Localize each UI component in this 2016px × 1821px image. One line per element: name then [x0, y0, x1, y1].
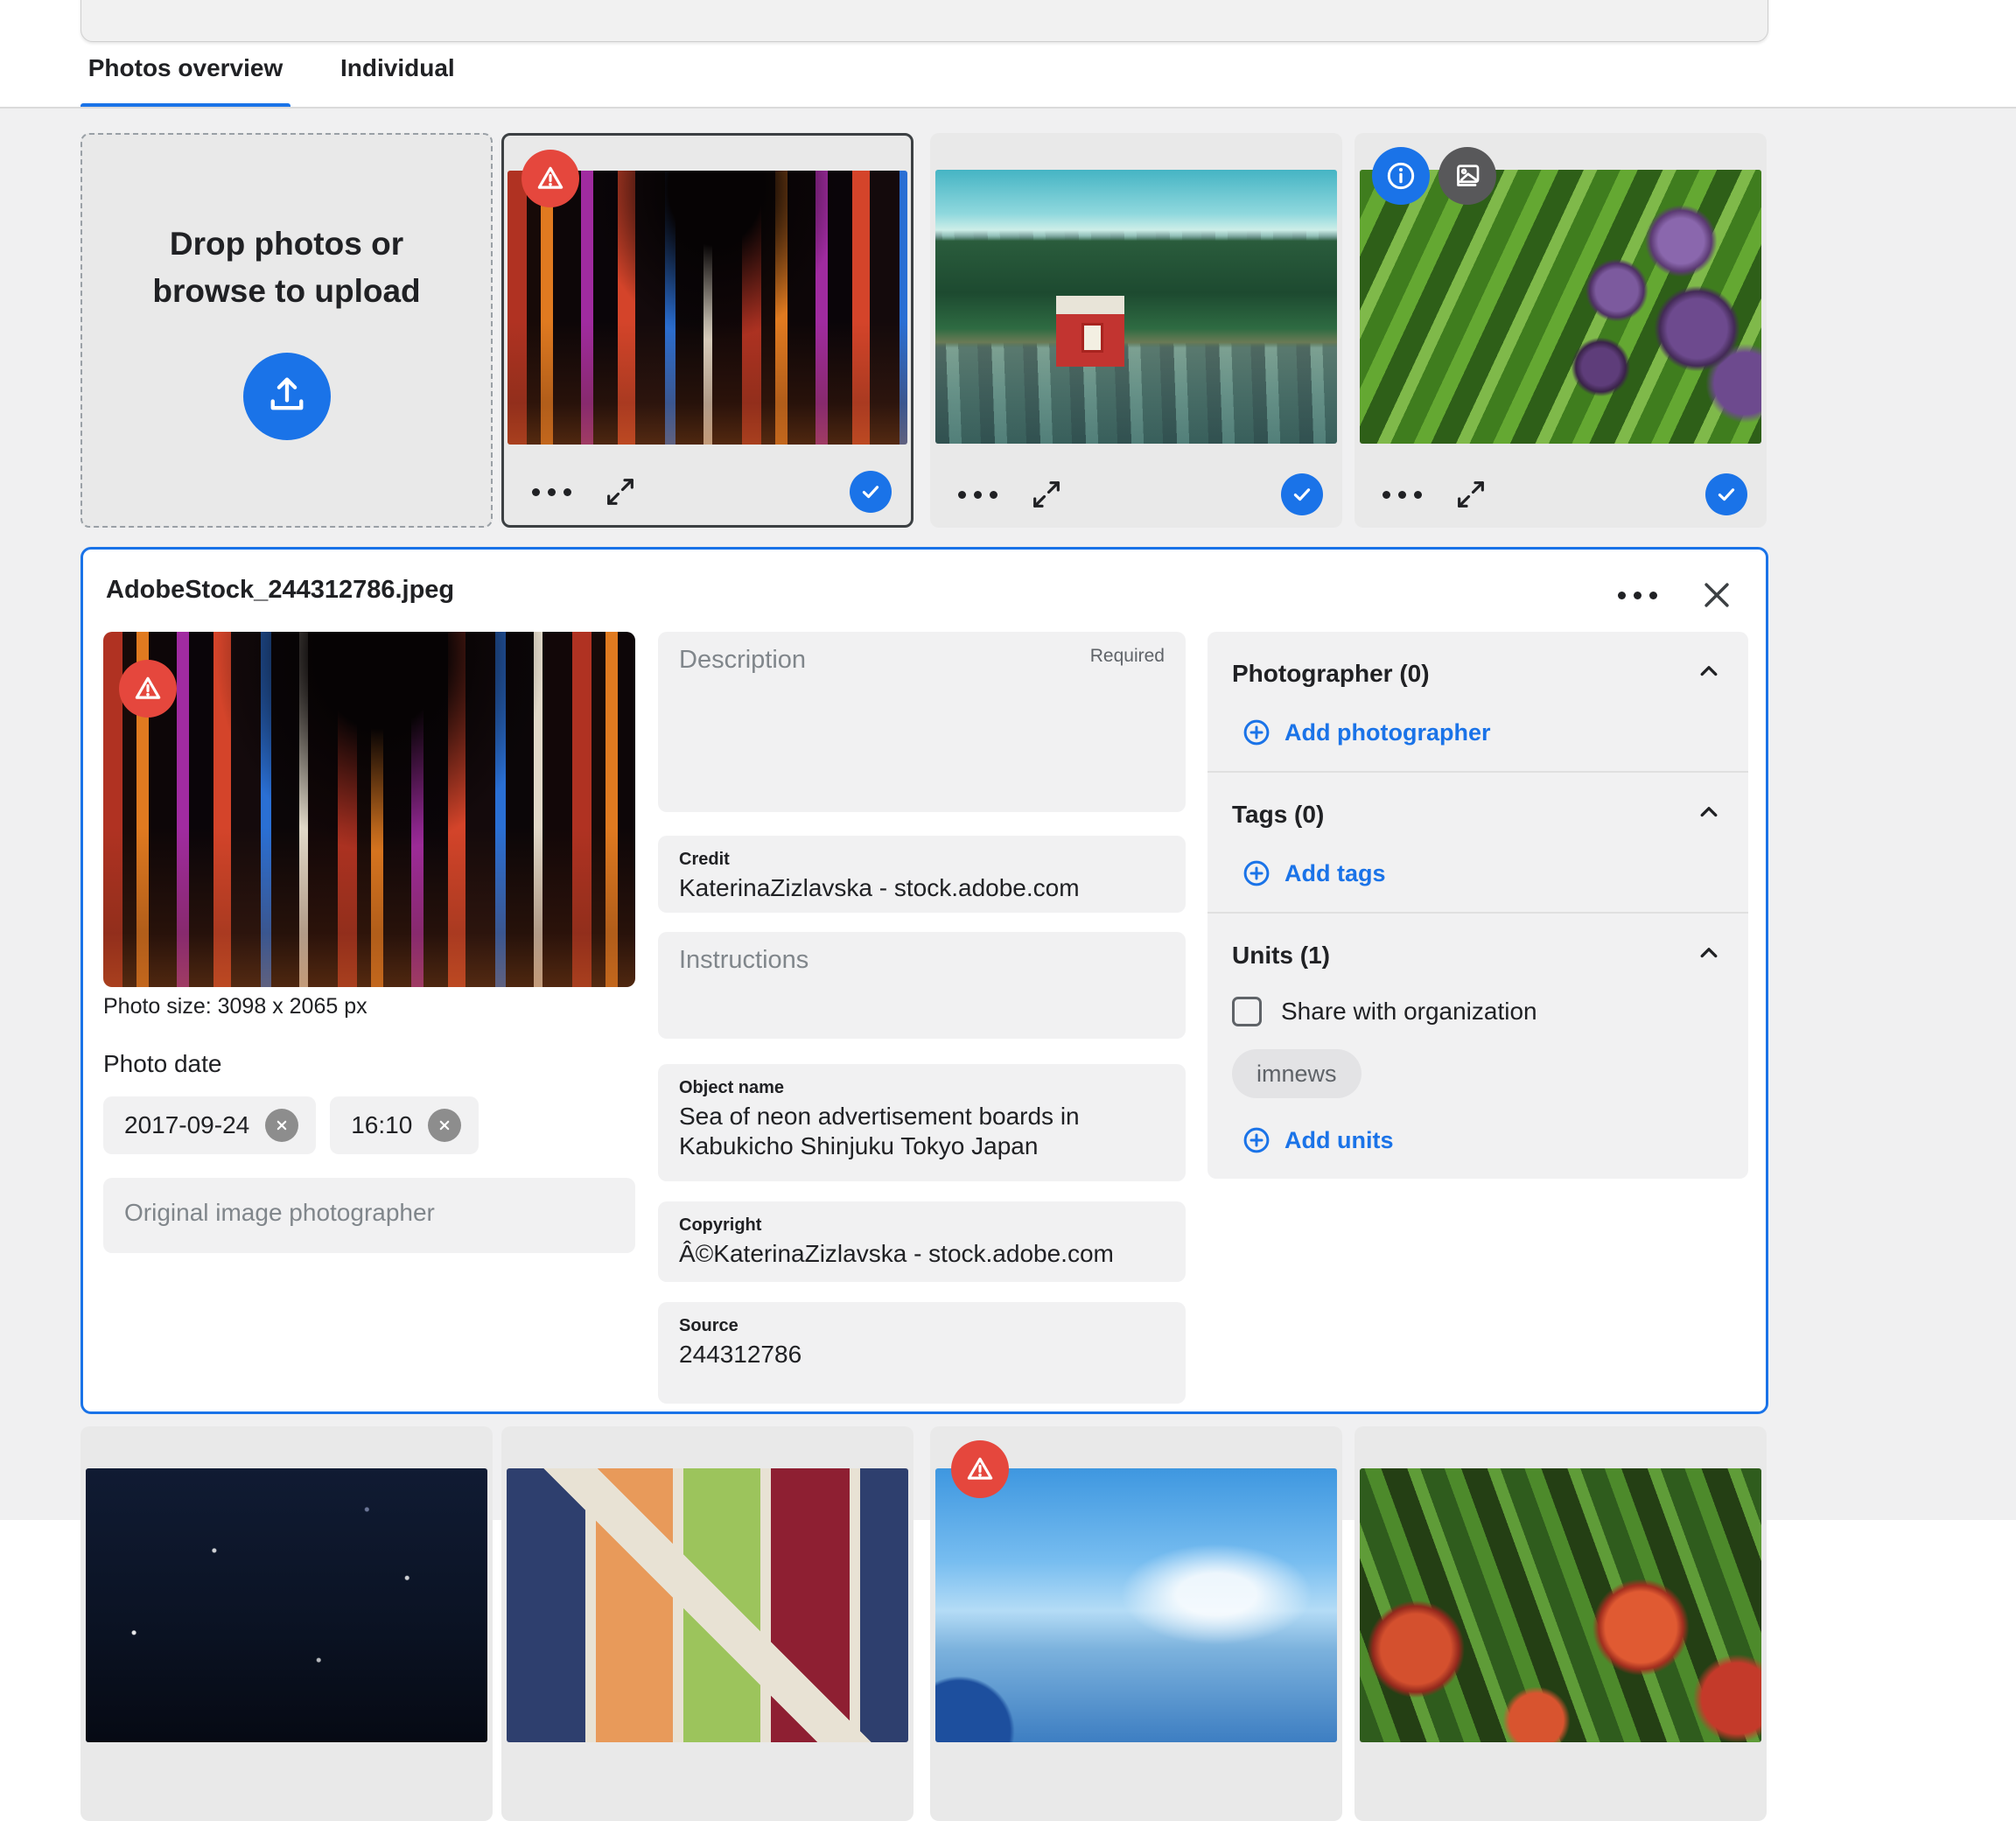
photo-date-chips: 2017-09-24 16:10: [103, 1096, 479, 1154]
copyright-label: Copyright: [679, 1215, 1165, 1236]
units-section-header[interactable]: Units (1): [1232, 938, 1724, 972]
units-section: Units (1) Share with organization imnews…: [1208, 914, 1748, 1179]
share-with-organization-label: Share with organization: [1281, 998, 1537, 1026]
selected-check-button[interactable]: [1281, 473, 1323, 515]
chevron-up-icon[interactable]: [1694, 656, 1724, 690]
top-toolbar-cutoff: [80, 0, 1768, 42]
tags-title: Tags (0): [1232, 801, 1324, 829]
date-chip[interactable]: 2017-09-24: [103, 1096, 316, 1154]
chevron-up-icon[interactable]: [1694, 938, 1724, 972]
detail-more-options-button[interactable]: [1616, 586, 1659, 605]
source-field[interactable]: Source 244312786: [658, 1302, 1186, 1404]
original-photographer-input[interactable]: Original image photographer: [103, 1178, 635, 1253]
photo-date-label: Photo date: [103, 1050, 221, 1078]
card-footer: [956, 472, 1323, 517]
time-chip-value: 16:10: [351, 1111, 412, 1139]
tags-section: Tags (0) Add tags: [1208, 773, 1748, 912]
photo-fruit-boxes[interactable]: [507, 1468, 908, 1742]
instructions-placeholder: Instructions: [679, 946, 808, 974]
photographer-title: Photographer (0): [1232, 660, 1430, 688]
add-units-label: Add units: [1284, 1127, 1393, 1154]
close-icon[interactable]: [1698, 576, 1736, 614]
photo-lake-red-cabin[interactable]: [935, 170, 1337, 444]
detail-photo-preview[interactable]: [103, 632, 635, 987]
object-name-field[interactable]: Object name Sea of neon advertisement bo…: [658, 1064, 1186, 1181]
dropzone-title: Drop photos or browse to upload: [143, 221, 431, 314]
expand-icon[interactable]: [1453, 477, 1488, 512]
source-value: 244312786: [679, 1340, 1165, 1369]
warning-badge: [119, 660, 177, 718]
required-label: Required: [1090, 646, 1165, 667]
photographer-section-header[interactable]: Photographer (0): [1232, 656, 1724, 690]
description-field[interactable]: Description Required: [658, 632, 1186, 812]
card-footer: [530, 469, 892, 515]
more-options-button[interactable]: [530, 483, 573, 501]
card-footer: [1381, 472, 1747, 517]
add-tags-label: Add tags: [1284, 860, 1386, 887]
detail-filename: AdobeStock_244312786.jpeg: [106, 576, 454, 605]
source-label: Source: [679, 1316, 1165, 1336]
remove-date-icon[interactable]: [265, 1109, 298, 1142]
red-cabin-shape: [1056, 296, 1124, 367]
selected-check-button[interactable]: [850, 471, 892, 513]
more-options-button[interactable]: [1381, 486, 1424, 504]
description-placeholder: Description: [679, 646, 806, 674]
photo-dropzone[interactable]: Drop photos or browse to upload: [80, 133, 493, 528]
more-options-button[interactable]: [956, 486, 999, 504]
add-tags-button[interactable]: Add tags: [1241, 858, 1386, 889]
photo-tokyo-neon-street[interactable]: [508, 171, 907, 445]
copyright-value: Â©KaterinaZizlavska - stock.adobe.com: [679, 1239, 1165, 1269]
add-units-button[interactable]: Add units: [1241, 1124, 1393, 1156]
share-with-organization-checkbox[interactable]: [1232, 997, 1262, 1026]
credit-label: Credit: [679, 850, 1165, 870]
metadata-side-panel: Photographer (0) Add photographer Tags (…: [1208, 632, 1748, 1179]
tags-section-header[interactable]: Tags (0): [1232, 797, 1724, 831]
photo-card-mountains[interactable]: [930, 1426, 1342, 1821]
photo-night-sky[interactable]: [86, 1468, 487, 1742]
photo-card-lake-cabin[interactable]: [930, 133, 1342, 528]
expand-icon[interactable]: [603, 474, 638, 509]
photo-card-apple-tree[interactable]: [1354, 1426, 1767, 1821]
photo-card-plums[interactable]: [1354, 133, 1767, 528]
expand-icon[interactable]: [1029, 477, 1064, 512]
units-title: Units (1): [1232, 942, 1330, 970]
date-chip-value: 2017-09-24: [124, 1111, 249, 1139]
add-photographer-button[interactable]: Add photographer: [1241, 717, 1490, 748]
photo-card-tokyo[interactable]: [501, 133, 914, 528]
photo-card-fruit-boxes[interactable]: [501, 1426, 914, 1821]
object-name-label: Object name: [679, 1078, 1165, 1098]
upload-button[interactable]: [243, 353, 331, 440]
photo-size-text: Photo size: 3098 x 2065 px: [103, 994, 368, 1019]
photo-card-night-sky[interactable]: [80, 1426, 493, 1821]
object-name-value: Sea of neon advertisement boards in Kabu…: [679, 1102, 1165, 1161]
credit-value: KaterinaZizlavska - stock.adobe.com: [679, 873, 1165, 903]
time-chip[interactable]: 16:10: [330, 1096, 479, 1154]
credit-field[interactable]: Credit KaterinaZizlavska - stock.adobe.c…: [658, 836, 1186, 913]
tab-photos-overview[interactable]: Photos overview: [80, 54, 290, 82]
remove-time-icon[interactable]: [428, 1109, 461, 1142]
chevron-up-icon[interactable]: [1694, 797, 1724, 831]
photo-apple-tree[interactable]: [1360, 1468, 1761, 1742]
photographer-section: Photographer (0) Add photographer: [1208, 632, 1748, 771]
photo-plums-on-branch[interactable]: [1360, 170, 1761, 444]
copyright-field[interactable]: Copyright Â©KaterinaZizlavska - stock.ad…: [658, 1201, 1186, 1282]
instructions-field[interactable]: Instructions: [658, 932, 1186, 1039]
image-badge: [1438, 147, 1496, 205]
tab-individual[interactable]: Individual: [340, 54, 455, 82]
warning-badge: [522, 150, 579, 207]
photo-detail-panel: AdobeStock_244312786.jpeg Photo size: 30…: [80, 547, 1768, 1414]
unit-chip-imnews[interactable]: imnews: [1232, 1049, 1362, 1098]
upload-icon: [264, 372, 310, 422]
info-badge: [1372, 147, 1430, 205]
selected-check-button[interactable]: [1705, 473, 1747, 515]
share-with-organization-row[interactable]: Share with organization: [1232, 997, 1724, 1026]
photo-mountains-blue-sky[interactable]: [935, 1468, 1337, 1742]
add-photographer-label: Add photographer: [1284, 719, 1490, 746]
tab-bar: Photos overview Individual: [0, 54, 2016, 108]
warning-badge: [951, 1440, 1009, 1498]
detail-actions: [1616, 576, 1736, 614]
